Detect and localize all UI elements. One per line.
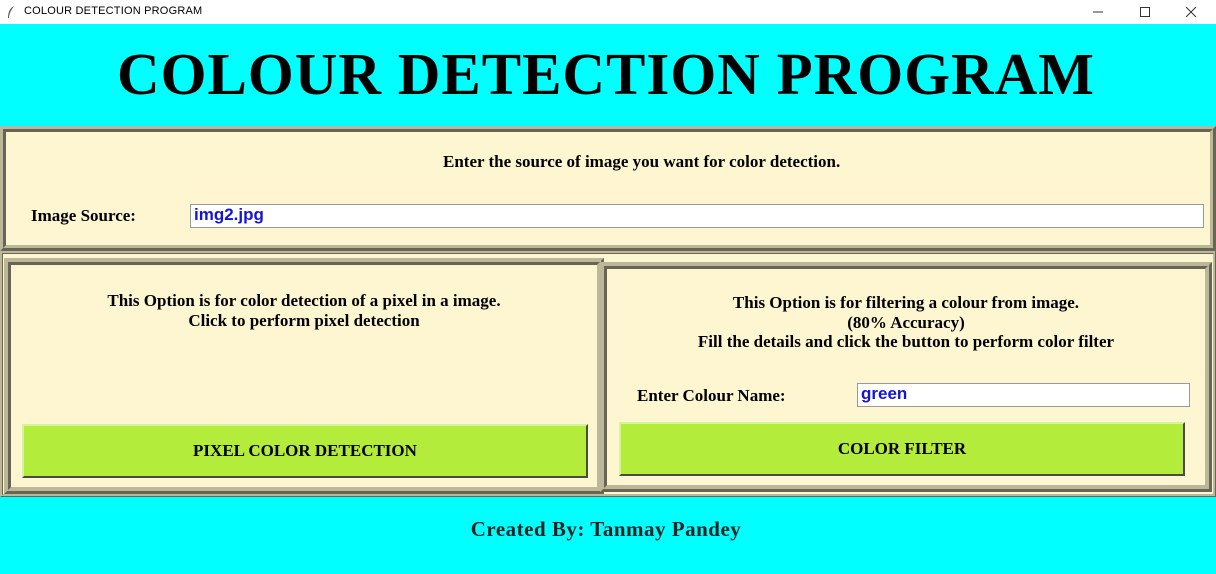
maximize-icon	[1140, 7, 1150, 17]
pixel-option-description: This Option is for color detection of a …	[107, 291, 501, 310]
image-source-panel: Enter the source of image you want for c…	[0, 126, 1216, 251]
feather-icon	[8, 6, 14, 18]
filter-option-instruction: Fill the details and click the button to…	[697, 332, 1115, 351]
footer-banner: Created By: Tanmay Pandey	[0, 497, 1216, 574]
minimize-icon	[1093, 11, 1103, 13]
filter-accuracy-note: (80% Accuracy)	[847, 313, 965, 332]
image-source-label: Image Source:	[31, 206, 136, 225]
close-icon	[1186, 7, 1196, 17]
pixel-color-detection-button[interactable]: PIXEL COLOR DETECTION	[22, 424, 588, 478]
window-titlebar: COLOUR DETECTION PROGRAM	[0, 0, 1216, 24]
page-title: COLOUR DETECTION PROGRAM	[117, 41, 1095, 107]
maximize-button[interactable]	[1122, 0, 1168, 24]
pixel-detection-panel: This Option is for color detection of a …	[4, 258, 604, 494]
color-filter-panel: This Option is for filtering a colour fr…	[600, 262, 1212, 492]
header-banner: COLOUR DETECTION PROGRAM	[0, 24, 1216, 126]
filter-option-description: This Option is for filtering a colour fr…	[732, 293, 1080, 312]
colour-name-input[interactable]: green	[857, 383, 1190, 407]
window-title: COLOUR DETECTION PROGRAM	[24, 5, 203, 17]
close-button[interactable]	[1168, 0, 1214, 24]
color-filter-button[interactable]: COLOR FILTER	[619, 422, 1185, 476]
pixel-option-instruction: Click to perform pixel detection	[188, 311, 420, 330]
author-credit: Created By: Tanmay Pandey	[470, 517, 742, 541]
colour-name-label: Enter Colour Name:	[637, 386, 786, 405]
minimize-button[interactable]	[1075, 0, 1121, 24]
source-instruction: Enter the source of image you want for c…	[443, 152, 841, 171]
image-source-input[interactable]: img2.jpg	[190, 204, 1204, 228]
